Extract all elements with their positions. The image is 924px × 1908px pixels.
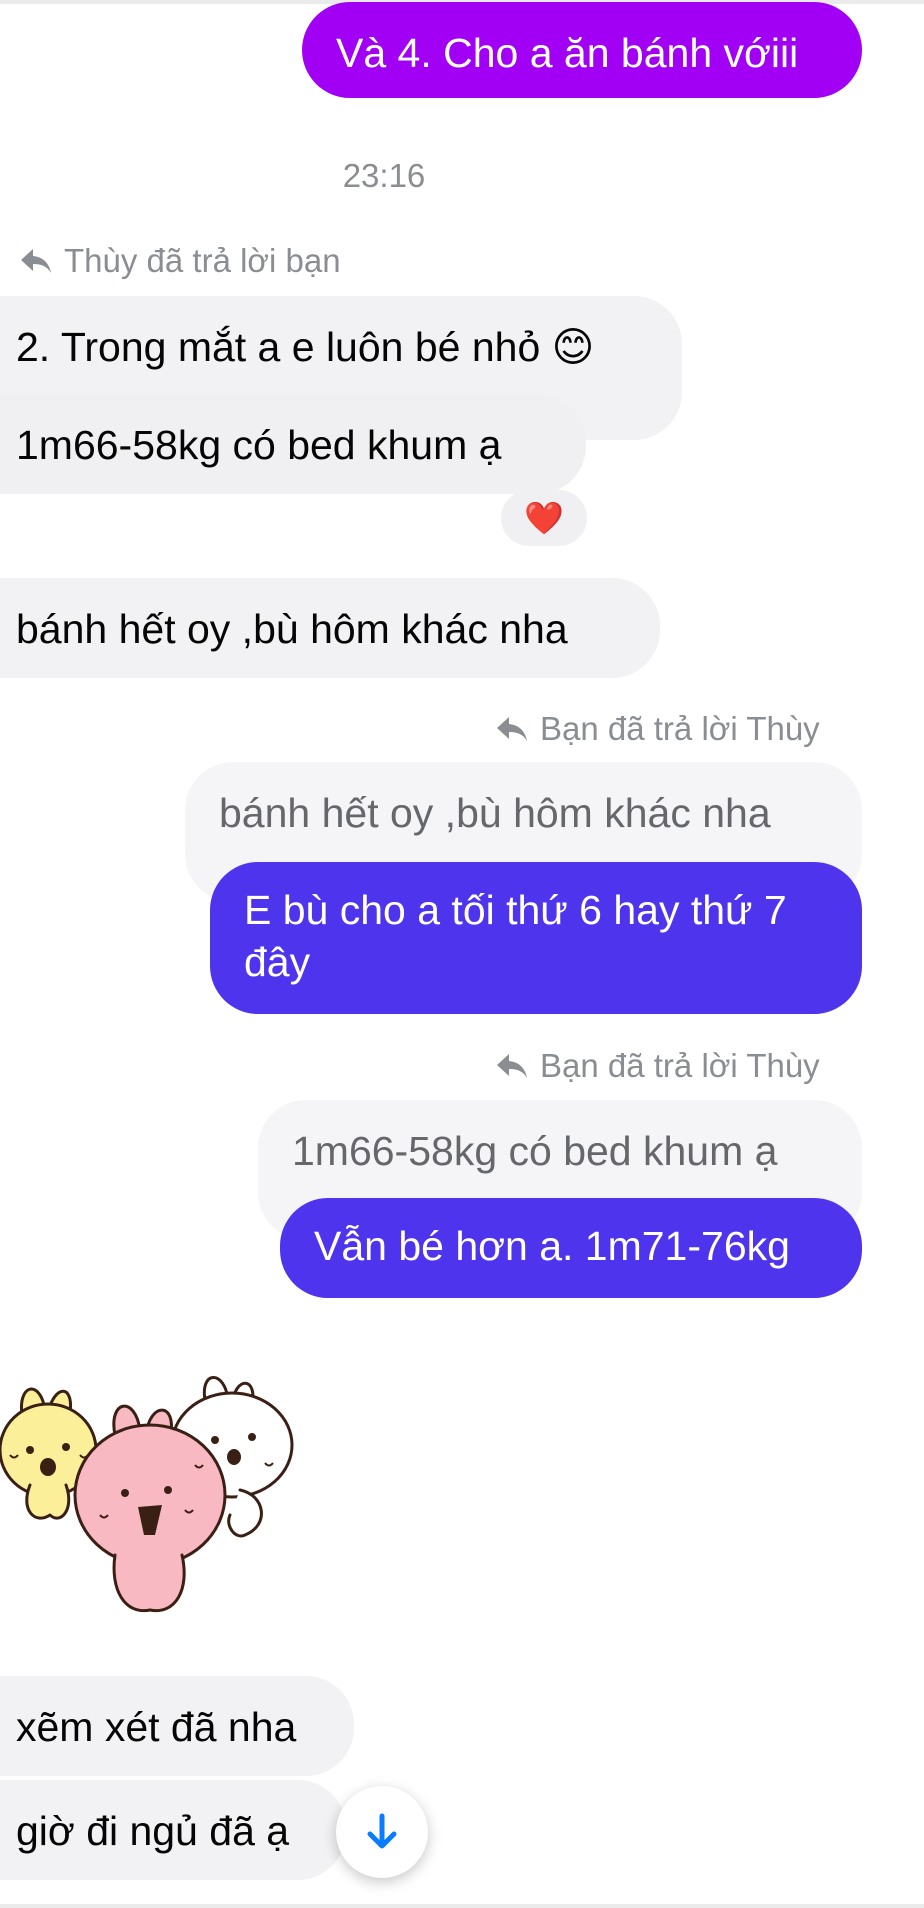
incoming-message[interactable]: xẽm xét đã nha: [0, 1676, 354, 1776]
outgoing-message[interactable]: Và 4. Cho a ăn bánh vớiii: [302, 2, 862, 98]
message-text: bánh hết oy ,bù hôm khác nha: [16, 606, 568, 652]
reply-indicator: Bạn đã trả lời Thùy: [496, 1047, 820, 1085]
message-text: 1m66-58kg có bed khum ạ: [16, 422, 502, 468]
quoted-text: 1m66-58kg có bed khum ạ: [292, 1128, 778, 1174]
bunny-sticker[interactable]: [0, 1375, 300, 1645]
reply-indicator-label: Bạn đã trả lời Thùy: [540, 1047, 820, 1084]
scroll-to-bottom-button[interactable]: [336, 1786, 428, 1878]
outgoing-message[interactable]: Vẫn bé hơn a. 1m71-76kg: [280, 1198, 862, 1298]
outgoing-message[interactable]: E bù cho a tối thứ 6 hay thứ 7 đây: [210, 862, 862, 1014]
reply-arrow-icon: [497, 1054, 527, 1078]
message-text: Và 4. Cho a ăn bánh vớiii: [336, 30, 799, 76]
timestamp: 23:16: [342, 157, 426, 194]
bottom-edge: [0, 1904, 924, 1908]
quoted-text: bánh hết oy ,bù hôm khác nha: [219, 790, 771, 836]
message-text: xẽm xét đã nha: [16, 1704, 297, 1750]
arrow-down-icon: [367, 1813, 397, 1849]
message-text: giờ đi ngủ đã ạ: [16, 1808, 290, 1854]
message-text: Vẫn bé hơn a. 1m71-76kg: [314, 1223, 790, 1269]
incoming-message[interactable]: giờ đi ngủ đã ạ: [0, 1780, 346, 1880]
reply-indicator-label: Bạn đã trả lời Thùy: [540, 710, 820, 747]
reply-indicator: Thùy đã trả lời bạn: [20, 242, 341, 280]
message-text: E bù cho a tối thứ 6 hay thứ 7 đây: [244, 887, 787, 985]
heart-icon: ❤️: [524, 500, 564, 536]
incoming-message[interactable]: bánh hết oy ,bù hôm khác nha: [0, 578, 660, 678]
incoming-message[interactable]: 1m66-58kg có bed khum ạ: [0, 394, 586, 494]
reply-arrow-icon: [497, 717, 527, 741]
heart-reaction[interactable]: ❤️: [501, 490, 587, 546]
reply-arrow-icon: [21, 249, 51, 273]
reply-indicator: Bạn đã trả lời Thùy: [496, 710, 820, 748]
reply-indicator-label: Thùy đã trả lời bạn: [64, 242, 341, 279]
message-text: 2. Trong mắt a e luôn bé nhỏ 😊: [16, 324, 595, 370]
